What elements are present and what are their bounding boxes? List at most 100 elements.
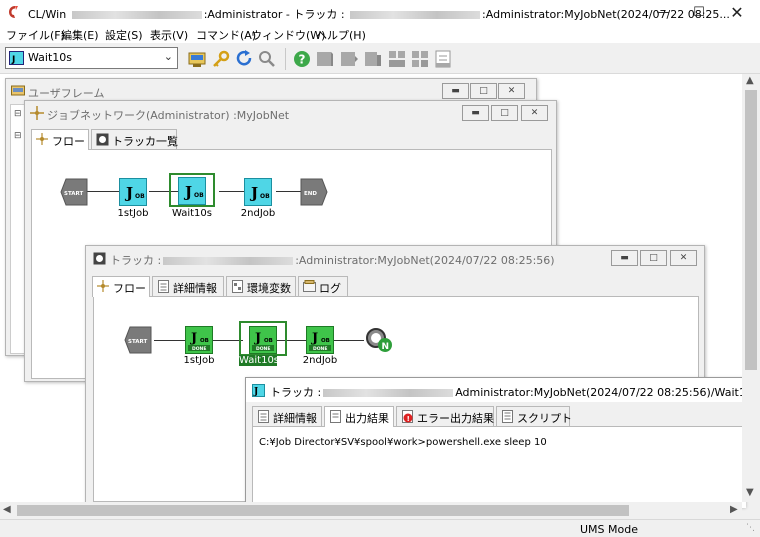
jobnet-select[interactable]: J Wait10s ⌄: [5, 47, 178, 69]
job-icon: J: [252, 384, 265, 397]
menu-window[interactable]: ウィンドウ(W): [251, 27, 325, 43]
job-node-done[interactable]: J OB DONE: [185, 326, 213, 354]
menu-settings[interactable]: 設定(S): [105, 27, 143, 43]
menu-file[interactable]: ファイル(F): [6, 27, 65, 43]
tracker-caption: トラッカ ::Administrator:MyJobNet(2024/07/22…: [86, 246, 704, 270]
vertical-scroll-thumb[interactable]: [745, 90, 757, 370]
tab-flow[interactable]: フロー: [92, 276, 150, 297]
start-node[interactable]: START: [124, 326, 152, 354]
flow-connector: [86, 191, 119, 192]
job-node[interactable]: J OB: [119, 178, 147, 206]
search-icon[interactable]: [258, 50, 276, 68]
minimize-button[interactable]: ▬: [442, 83, 469, 99]
user-frame-icon: [11, 85, 25, 96]
redacted-text: [323, 389, 454, 397]
tab-error-output[interactable]: ! エラー出力結果: [396, 406, 494, 426]
flow-connector: [219, 191, 246, 192]
job-network-icon[interactable]: [411, 50, 429, 68]
jobnet-tabs: フロー トラッカ一覧: [31, 129, 231, 150]
flow-connector: [334, 340, 364, 341]
tab-flow-label: フロー: [113, 282, 146, 295]
end-node[interactable]: END: [300, 178, 328, 206]
tab-flow-label: フロー: [52, 135, 85, 148]
scroll-up-icon[interactable]: ▲: [746, 75, 754, 86]
done-badge: DONE: [192, 346, 206, 352]
scroll-down-icon[interactable]: ▼: [746, 487, 754, 498]
help-icon[interactable]: ?: [293, 50, 311, 68]
chevron-down-icon[interactable]: ⌄: [164, 50, 173, 63]
job-skip-icon[interactable]: [364, 50, 382, 68]
svg-text:OB: OB: [200, 338, 209, 344]
tree-node-icon[interactable]: ⊟: [14, 109, 22, 119]
job-tracker-title-suffix: Administrator:MyJobNet(2024/07/22 08:25:…: [455, 386, 759, 399]
close-button[interactable]: ✕: [670, 250, 697, 266]
vertical-scrollbar[interactable]: ▲ ▼: [742, 74, 760, 502]
flow-connector: [276, 191, 301, 192]
tracker-tabs: フロー 詳細情報 環境変数 ログ: [92, 276, 392, 297]
close-button[interactable]: ✕: [498, 83, 525, 99]
job-node[interactable]: J OB: [244, 178, 272, 206]
tree-collapse-icon[interactable]: ⊟: [14, 131, 22, 141]
tab-details-label: 詳細情報: [173, 282, 217, 295]
horizontal-scrollbar[interactable]: ◀ ▶: [0, 502, 742, 519]
flow-icon: [36, 133, 48, 145]
log-icon: [303, 280, 316, 292]
scroll-left-icon[interactable]: ◀: [3, 504, 11, 515]
tab-details[interactable]: 詳細情報: [152, 276, 224, 296]
minimize-button[interactable]: ▬: [611, 250, 638, 266]
window-title: CL/Win :Administrator - トラッカ : :Administ…: [28, 6, 730, 22]
close-button[interactable]: ✕: [521, 105, 548, 121]
svg-text:?: ?: [299, 53, 306, 67]
job-rerun-icon[interactable]: [388, 50, 406, 68]
error-icon: !: [402, 410, 413, 423]
tab-details[interactable]: 詳細情報: [252, 406, 322, 426]
job-label: 1stJob: [183, 355, 215, 366]
job-node-done-selected[interactable]: J OB DONE: [249, 326, 277, 354]
key-icon[interactable]: [212, 50, 230, 68]
job-node-done[interactable]: J OB DONE: [306, 326, 334, 354]
scroll-right-icon[interactable]: ▶: [730, 504, 738, 515]
svg-text:J: J: [124, 184, 133, 202]
job-node-selected[interactable]: J OB: [178, 177, 206, 205]
script-icon: [502, 410, 513, 423]
tab-env-vars[interactable]: 環境変数: [226, 276, 296, 296]
resize-grip-icon[interactable]: ⋱: [746, 523, 755, 533]
end-node-done[interactable]: N: [364, 326, 392, 354]
close-button[interactable]: ✕: [714, 0, 760, 25]
svg-text:J: J: [253, 387, 258, 397]
output-text-area[interactable]: C:¥Job Director¥SV¥spool¥work>powershell…: [252, 426, 746, 508]
app-logo-icon: [9, 6, 18, 18]
jobnet-icon: [30, 106, 44, 120]
maximize-button[interactable]: □: [470, 83, 497, 99]
horizontal-scroll-thumb[interactable]: [17, 505, 629, 516]
start-node[interactable]: START: [60, 178, 88, 206]
output-icon: [330, 410, 341, 423]
status-mode: UMS Mode: [580, 523, 638, 536]
machine-icon[interactable]: [188, 50, 206, 68]
job-release-icon[interactable]: [340, 50, 358, 68]
menu-command[interactable]: コマンド(A): [196, 27, 256, 43]
maximize-button[interactable]: □: [640, 250, 667, 266]
menu-edit[interactable]: 編集(E): [61, 27, 99, 43]
job-hold-icon[interactable]: [316, 50, 334, 68]
tab-script[interactable]: スクリプト: [496, 406, 572, 426]
job-icon: J: [9, 51, 24, 65]
tab-flow[interactable]: フロー: [31, 129, 89, 150]
menu-help[interactable]: ヘルプ(H): [316, 27, 366, 43]
window-title-bar: CL/Win :Administrator - トラッカ : :Administ…: [0, 0, 760, 25]
job-label: 1stJob: [117, 208, 149, 219]
tab-tracker-list[interactable]: トラッカ一覧: [91, 129, 178, 149]
maximize-button[interactable]: □: [491, 105, 518, 121]
tab-output[interactable]: 出力結果: [324, 406, 394, 427]
property-icon[interactable]: [434, 50, 452, 68]
tab-tracker-list-label: トラッカ一覧: [112, 135, 178, 148]
end-node-label: END: [304, 191, 317, 197]
job-label-selected: Wait10s: [239, 355, 280, 366]
job-tracker-title: トラッカ : Administrator:MyJobNet(2024/07/22 …: [270, 384, 759, 400]
refresh-icon[interactable]: [235, 50, 253, 68]
svg-text:OB: OB: [135, 193, 145, 200]
tab-log[interactable]: ログ: [298, 276, 348, 296]
minimize-button[interactable]: ▬: [462, 105, 489, 121]
menu-view[interactable]: 表示(V): [150, 27, 188, 43]
jobnet-caption: ジョブネットワーク(Administrator) :MyJobNet ▬ □ ✕: [25, 101, 556, 125]
